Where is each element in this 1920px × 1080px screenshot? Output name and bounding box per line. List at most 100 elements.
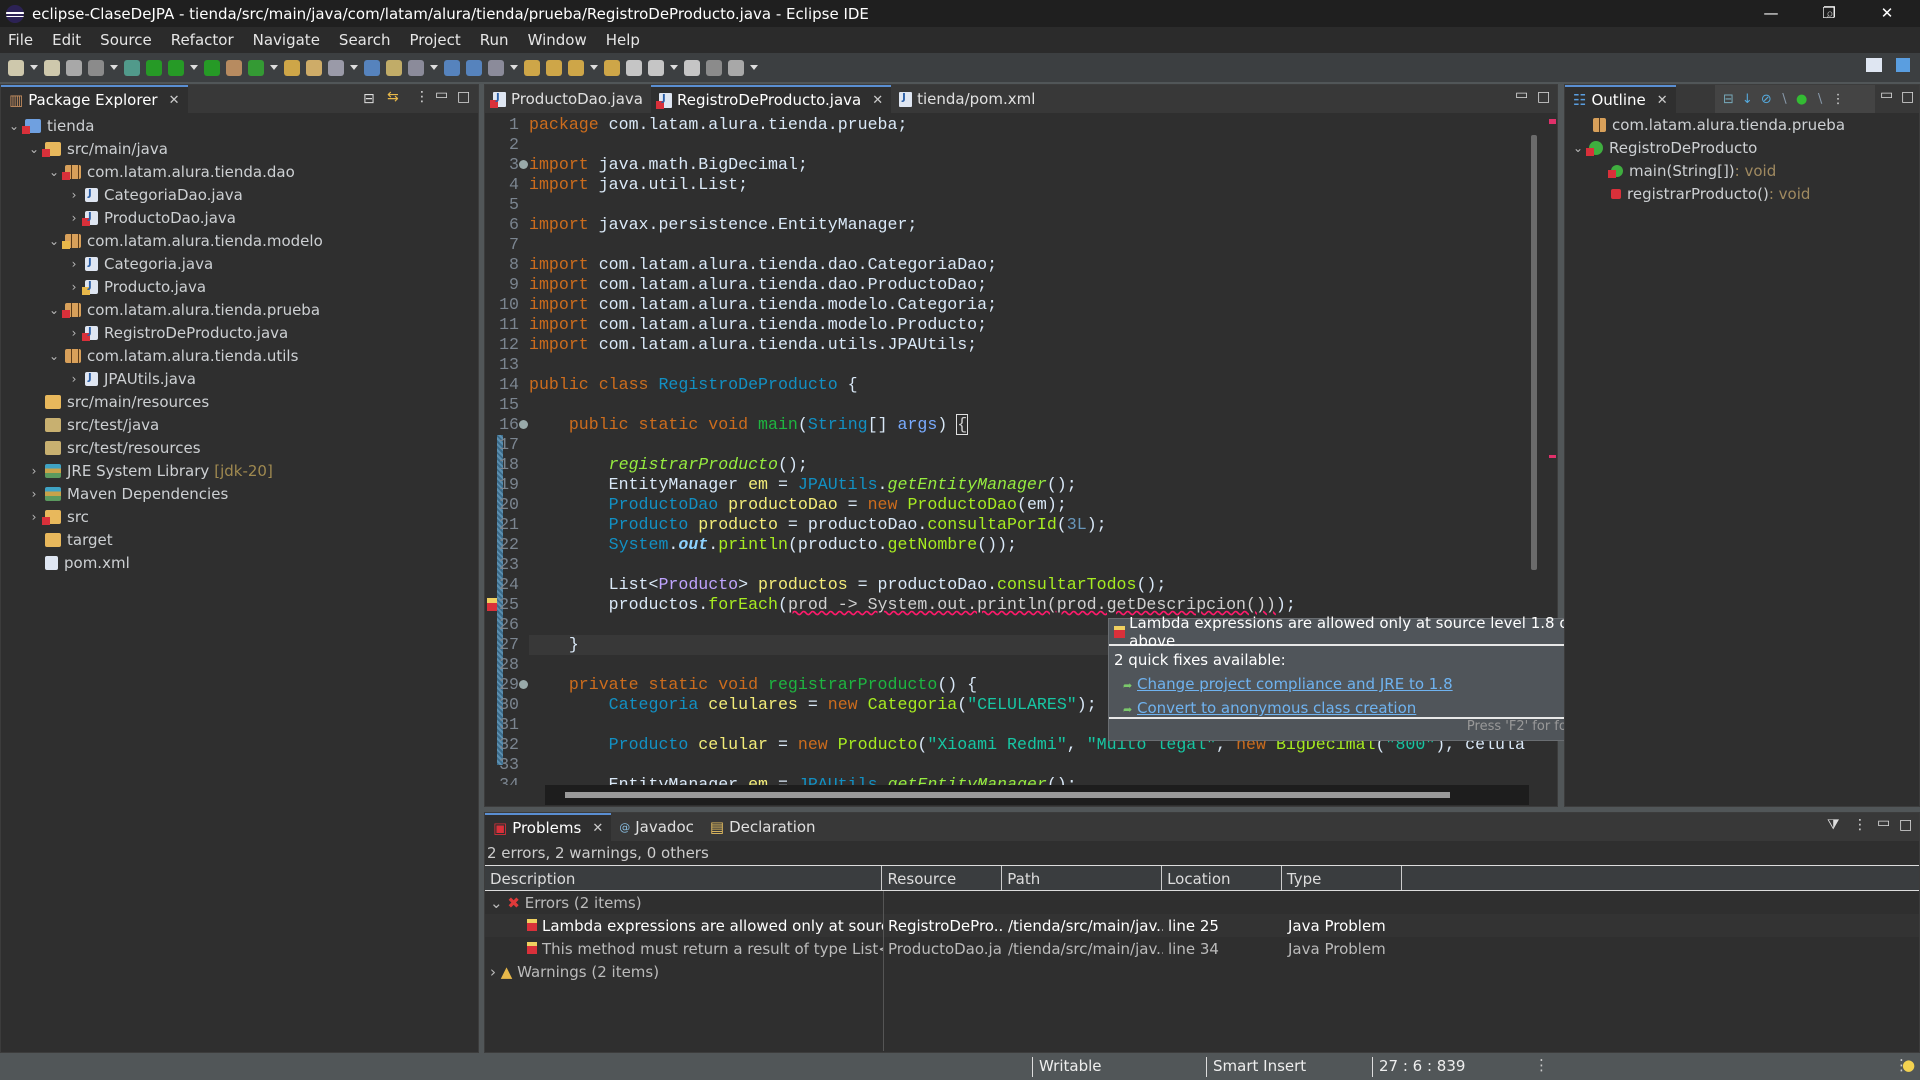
chevron-down-icon[interactable]: ⌄: [1571, 141, 1585, 155]
tree-item[interactable]: ⌄ tienda: [1, 114, 478, 137]
show-whitespace-icon[interactable]: [408, 59, 424, 76]
hide-fields-icon[interactable]: ⊘: [1761, 92, 1772, 107]
menu-navigate[interactable]: Navigate: [245, 31, 331, 49]
chevron-right-icon[interactable]: ›: [67, 211, 81, 225]
dropdown-arrow-icon[interactable]: [190, 65, 198, 70]
editor-tab[interactable]: ProductoDao.java: [485, 85, 651, 113]
view-menu-icon[interactable]: ⋮: [415, 89, 429, 105]
back-icon[interactable]: [568, 59, 584, 76]
dropdown-arrow-icon[interactable]: [30, 65, 38, 70]
menu-file[interactable]: File: [0, 31, 44, 49]
error-overview-marker[interactable]: [1549, 119, 1556, 124]
open-type-icon[interactable]: [44, 59, 60, 76]
column-header-location[interactable]: Location: [1162, 866, 1282, 890]
editor-tab[interactable]: RegistroDeProducto.java ✕: [650, 85, 892, 113]
menu-run[interactable]: Run: [472, 31, 520, 49]
dropdown-arrow-icon[interactable]: [430, 65, 438, 70]
warnings-group[interactable]: › ▲ Warnings (2 items): [485, 960, 1919, 983]
new-java-project-icon[interactable]: [226, 59, 242, 76]
chevron-down-icon[interactable]: ⌄: [7, 119, 21, 133]
maximize-view-icon[interactable]: □: [457, 89, 470, 105]
dropdown-arrow-icon[interactable]: [750, 65, 758, 70]
search-icon[interactable]: ⌕: [1826, 6, 1834, 22]
menu-edit[interactable]: Edit: [44, 31, 92, 49]
tree-item[interactable]: src/test/java: [1, 413, 478, 436]
close-tab-icon[interactable]: ✕: [592, 821, 603, 836]
chevron-right-icon[interactable]: ›: [27, 510, 41, 524]
tree-item[interactable]: › CategoriaDao.java: [1, 183, 478, 206]
tree-item[interactable]: › JRE System Library [jdk-20]: [1, 459, 478, 482]
hide-nonpublic-icon[interactable]: ●: [1796, 92, 1807, 107]
menu-source[interactable]: Source: [92, 31, 163, 49]
menu-refactor[interactable]: Refactor: [163, 31, 245, 49]
tree-item[interactable]: src/test/resources: [1, 436, 478, 459]
filter-icon[interactable]: ⧩: [1827, 817, 1840, 833]
view-menu-icon[interactable]: ⋮: [1853, 817, 1867, 833]
column-header-path[interactable]: Path: [1002, 866, 1163, 890]
minimize-view-icon[interactable]: ▭: [1877, 815, 1890, 831]
tree-item[interactable]: target: [1, 528, 478, 551]
horizontal-scrollbar[interactable]: [565, 792, 1450, 798]
menu-search[interactable]: Search: [331, 31, 402, 49]
column-header-description[interactable]: Description: [485, 866, 883, 890]
lightbulb-icon[interactable]: ●: [1902, 1056, 1915, 1074]
tree-item[interactable]: ⌄ src/main/java: [1, 137, 478, 160]
run-icon[interactable]: [146, 59, 162, 76]
toggle-highlight-icon[interactable]: [364, 59, 380, 76]
forward-icon[interactable]: [604, 59, 620, 76]
view-menu-icon[interactable]: ⋮: [1832, 92, 1845, 107]
chevron-down-icon[interactable]: ⌄: [47, 349, 61, 363]
tree-item[interactable]: ⌄ com.latam.alura.tienda.modelo: [1, 229, 478, 252]
java-perspective-icon[interactable]: [1896, 58, 1910, 72]
debug-icon[interactable]: [124, 59, 140, 76]
tree-item[interactable]: › Categoria.java: [1, 252, 478, 275]
dropdown-icon[interactable]: [648, 59, 664, 76]
tab-problems[interactable]: ▣ Problems ✕: [485, 813, 612, 841]
chevron-right-icon[interactable]: ›: [67, 280, 81, 294]
misc-icon[interactable]: [728, 59, 744, 76]
tree-item[interactable]: ⌄ com.latam.alura.tienda.dao: [1, 160, 478, 183]
problem-row[interactable]: Lambda expressions are allowed only at s…: [485, 914, 1919, 937]
tree-item[interactable]: › Maven Dependencies: [1, 482, 478, 505]
chevron-right-icon[interactable]: ›: [490, 963, 496, 981]
chevron-right-icon[interactable]: ›: [67, 188, 81, 202]
open-folder-icon[interactable]: [284, 59, 300, 76]
close-tab-icon[interactable]: ✕: [169, 93, 180, 108]
tab-javadoc[interactable]: @ Javadoc: [611, 813, 702, 841]
dropdown-arrow-icon[interactable]: [110, 65, 118, 70]
chevron-right-icon[interactable]: ›: [67, 257, 81, 271]
chevron-down-icon[interactable]: ⌄: [47, 165, 61, 179]
outline-class[interactable]: ⌄ RegistroDeProducto: [1565, 136, 1919, 159]
minimize-editor-icon[interactable]: ▭: [1515, 87, 1528, 103]
tree-item[interactable]: pom.xml: [1, 551, 478, 574]
menu-project[interactable]: Project: [401, 31, 471, 49]
tree-item[interactable]: ⌄ com.latam.alura.tienda.prueba: [1, 298, 478, 321]
run-external-icon[interactable]: [204, 59, 220, 76]
open-perspective-icon[interactable]: [1866, 58, 1882, 72]
dropdown-arrow-icon[interactable]: [350, 65, 358, 70]
outline-method-main[interactable]: main(String[]) : void: [1565, 159, 1919, 182]
pin-icon[interactable]: [488, 59, 504, 76]
tree-item[interactable]: › RegistroDeProducto.java: [1, 321, 478, 344]
dropdown-arrow-icon[interactable]: [670, 65, 678, 70]
dropdown-icon[interactable]: [684, 59, 700, 76]
toggle-breadcrumb-icon[interactable]: [444, 59, 460, 76]
chevron-down-icon[interactable]: ⌄: [47, 303, 61, 317]
dropdown-arrow-icon[interactable]: [590, 65, 598, 70]
fold-toggle-icon[interactable]: [519, 680, 528, 689]
tree-item[interactable]: ⌄ com.latam.alura.tienda.utils: [1, 344, 478, 367]
collapse-all-icon[interactable]: ⊟: [1723, 92, 1734, 107]
hide-local-types-icon[interactable]: ∖: [1815, 92, 1823, 107]
last-edit-icon[interactable]: [626, 59, 642, 76]
dropdown-arrow-icon[interactable]: [510, 65, 518, 70]
maximize-editor-icon[interactable]: □: [1537, 89, 1550, 105]
maximize-view-icon[interactable]: □: [1901, 89, 1914, 105]
chevron-right-icon[interactable]: ›: [67, 372, 81, 386]
outline-package[interactable]: com.latam.alura.tienda.prueba: [1565, 113, 1919, 136]
tab-package-explorer[interactable]: ▥ Package Explorer ✕: [1, 85, 188, 113]
problem-row[interactable]: This method must return a result of type…: [485, 937, 1919, 960]
chevron-right-icon[interactable]: ›: [67, 326, 81, 340]
new-icon[interactable]: [8, 59, 24, 76]
fold-toggle-icon[interactable]: [519, 420, 528, 429]
tab-outline[interactable]: ☷ Outline ✕: [1565, 85, 1676, 113]
